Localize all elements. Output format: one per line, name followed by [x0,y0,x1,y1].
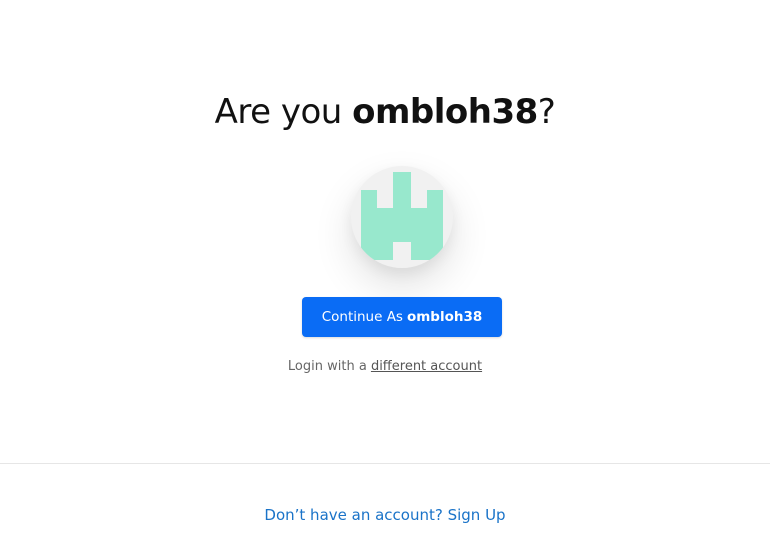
castle-icon [361,172,443,268]
login-confirm-page: Are you ombloh38? Continue As ombloh38 L… [0,0,770,544]
different-account-link[interactable]: different account [371,359,482,374]
signup-link[interactable]: Don’t have an account? Sign Up [264,506,505,524]
continue-username: ombloh38 [406,309,483,325]
avatar [351,166,453,268]
alt-login-prefix: Login with a [287,359,371,374]
page-title: Are you ombloh38? [0,92,770,132]
continue-as-button[interactable]: Continue As ombloh38 [302,297,502,337]
title-suffix: ? [537,92,556,132]
alt-login-text: Login with a different account [0,359,770,374]
title-username: ombloh38 [352,92,538,132]
continue-label: Continue As [321,309,403,325]
divider [0,463,770,464]
signup-row: Don’t have an account? Sign Up [0,506,770,524]
title-prefix: Are you [214,92,353,132]
